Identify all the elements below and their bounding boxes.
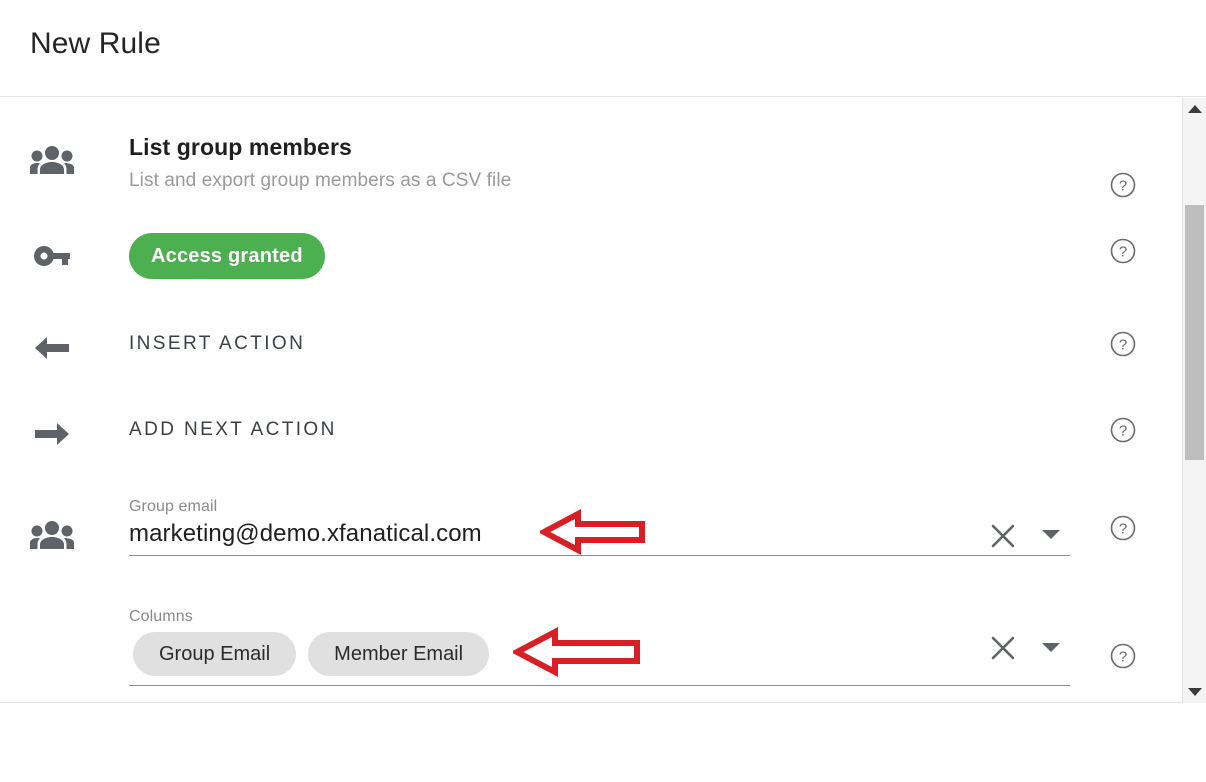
scroll-down-arrow-icon[interactable] <box>1183 681 1206 703</box>
key-icon <box>28 233 76 279</box>
columns-chip-list: Group Email Member Email <box>133 632 490 676</box>
add-next-action-row[interactable]: ADD NEXT ACTION ? <box>0 409 1181 469</box>
columns-field[interactable]: Columns Group Email Member Email <box>129 608 1070 686</box>
status-badge-access-granted[interactable]: Access granted <box>129 233 325 279</box>
close-icon[interactable] <box>988 633 1018 663</box>
access-status-row[interactable]: Access granted ? <box>0 223 1181 293</box>
help-circle-icon[interactable]: ? <box>1110 643 1136 669</box>
arrow-right-icon <box>28 414 76 454</box>
chevron-down-icon[interactable] <box>1042 643 1060 652</box>
svg-text:?: ? <box>1119 521 1127 538</box>
svg-text:?: ? <box>1119 337 1127 354</box>
group-people-icon <box>28 140 76 180</box>
dialog-header: New Rule <box>0 0 1206 97</box>
chip-member-email[interactable]: Member Email <box>308 632 490 676</box>
arrow-left-icon <box>28 328 76 368</box>
add-next-action-label[interactable]: ADD NEXT ACTION <box>129 419 337 441</box>
new-rule-dialog: New Rule List group members List and exp… <box>0 0 1206 782</box>
help-circle-icon[interactable]: ? <box>1110 238 1136 264</box>
group-people-icon <box>28 515 76 555</box>
svg-text:?: ? <box>1119 178 1127 195</box>
help-circle-icon[interactable]: ? <box>1110 172 1136 198</box>
scroll-up-arrow-icon[interactable] <box>1183 98 1206 120</box>
page-title: New Rule <box>30 27 161 60</box>
help-circle-icon[interactable]: ? <box>1110 331 1136 357</box>
svg-text:?: ? <box>1119 649 1127 666</box>
svg-text:?: ? <box>1119 244 1127 261</box>
close-icon[interactable] <box>988 521 1018 551</box>
content-scrollbar[interactable] <box>1182 98 1206 703</box>
chevron-down-icon[interactable] <box>1042 530 1060 539</box>
insert-action-row[interactable]: INSERT ACTION ? <box>0 323 1181 383</box>
group-email-value[interactable]: marketing@demo.xfanatical.com <box>129 520 482 548</box>
columns-label: Columns <box>129 608 193 625</box>
insert-action-label[interactable]: INSERT ACTION <box>129 333 305 355</box>
rule-content-area: List group members List and export group… <box>0 98 1181 703</box>
svg-text:?: ? <box>1119 423 1127 440</box>
group-email-label: Group email <box>129 498 218 515</box>
action-title: List group members <box>129 134 352 160</box>
dialog-footer: CANCEL REVIEW <box>0 704 1206 782</box>
group-email-field[interactable]: Group email marketing@demo.xfanatical.co… <box>129 498 1070 556</box>
columns-row: Columns Group Email Member Email ? <box>0 598 1181 702</box>
chip-group-email[interactable]: Group Email <box>133 632 297 676</box>
action-summary-row[interactable]: List group members List and export group… <box>0 118 1181 206</box>
action-subtitle: List and export group members as a CSV f… <box>129 170 512 191</box>
scrollbar-thumb[interactable] <box>1185 205 1204 460</box>
help-circle-icon[interactable]: ? <box>1110 515 1136 541</box>
group-email-row: Group email marketing@demo.xfanatical.co… <box>0 483 1181 593</box>
help-circle-icon[interactable]: ? <box>1110 417 1136 443</box>
